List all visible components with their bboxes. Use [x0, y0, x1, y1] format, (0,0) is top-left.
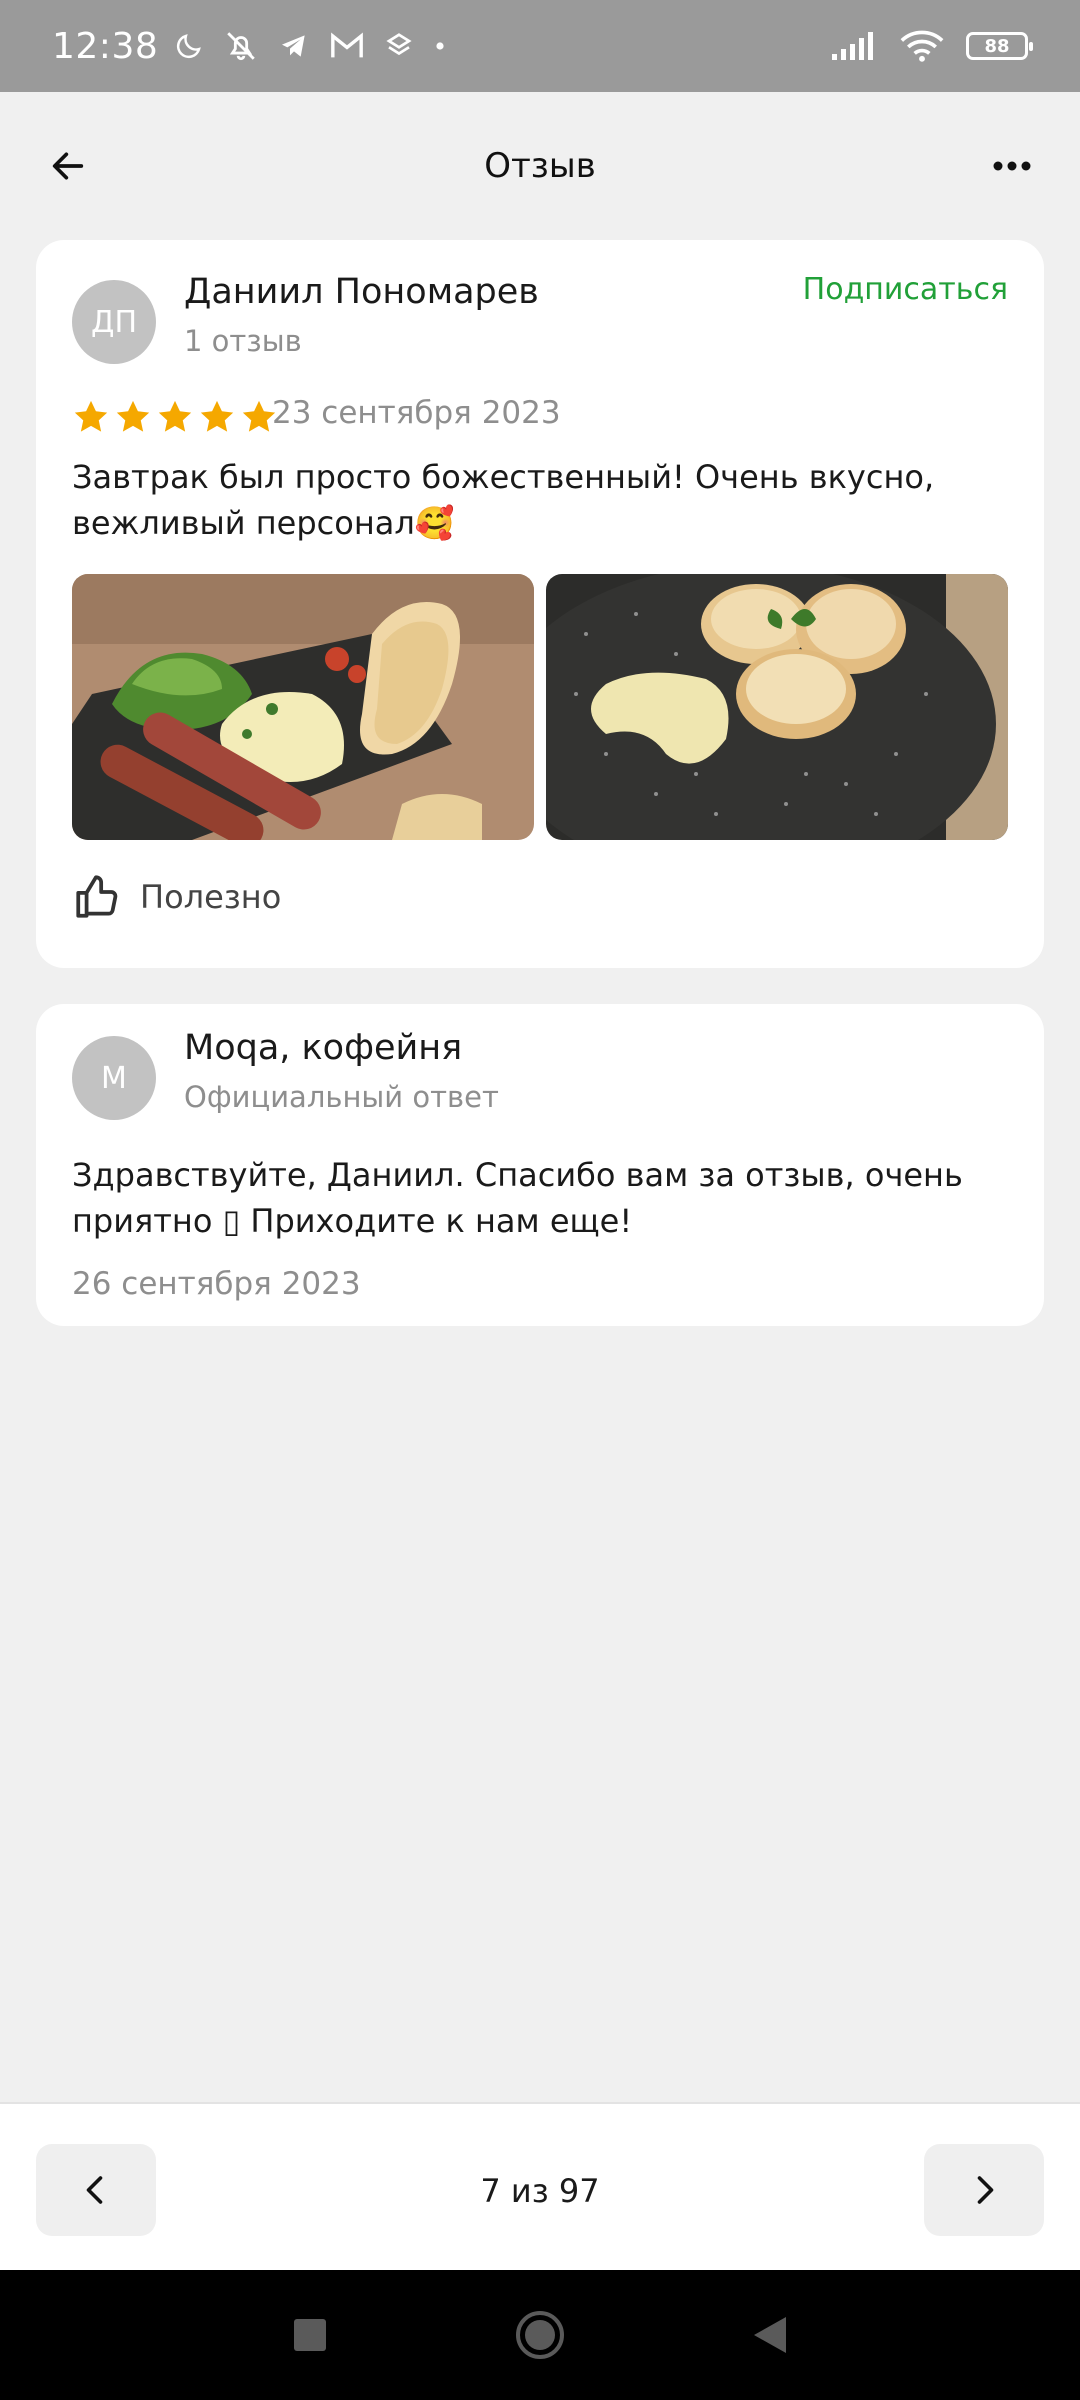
reply-text: Здравствуйте, Даниил. Спасибо вам за отз…: [72, 1156, 963, 1240]
signal-icon: [832, 32, 873, 60]
bell-off-icon: [227, 32, 256, 61]
home-button[interactable]: [510, 2305, 570, 2365]
review-card: ДП Даниил Пономарев 1 отзыв Подписаться …: [36, 240, 1044, 968]
square-icon: [294, 2319, 326, 2351]
review-counter: 7 из 97: [480, 2172, 600, 2210]
status-time: 12:38: [52, 25, 159, 67]
system-back-button[interactable]: [740, 2305, 800, 2365]
avatar-initials: М: [101, 1060, 127, 1096]
official-reply-label: Официальный ответ: [184, 1080, 499, 1114]
battery-icon: 88: [966, 32, 1033, 60]
app-bar: Отзыв: [0, 92, 1080, 240]
business-name[interactable]: Moqa, кофейня: [184, 1028, 462, 1068]
reply-date: 26 сентября 2023: [72, 1266, 361, 1302]
author-name[interactable]: Даниил Пономарев: [184, 272, 539, 312]
notification-icons: [174, 29, 446, 63]
review-text: Завтрак был просто божественный! Очень в…: [72, 458, 935, 542]
avatar-initials: ДП: [91, 304, 137, 340]
thumbs-up-icon: [76, 875, 118, 918]
telegram-icon: [282, 35, 305, 57]
system-navigation-bar: [0, 2270, 1080, 2400]
gmail-icon: [331, 32, 364, 58]
page-title: Отзыв: [484, 146, 596, 186]
triangle-back-icon: [754, 2317, 786, 2353]
more-horizontal-icon: [993, 161, 1031, 171]
next-review-button[interactable]: [924, 2144, 1044, 2236]
official-reply-card: М Moqa, кофейня Официальный ответ Здравс…: [36, 1004, 1044, 1326]
star-icon: [74, 400, 108, 432]
business-avatar[interactable]: М: [72, 1036, 156, 1120]
review-photo-syrniki[interactable]: [546, 574, 1008, 840]
star-icon: [200, 400, 234, 432]
review-date: 23 сентября 2023: [272, 395, 561, 431]
review-photo-breakfast[interactable]: [72, 574, 534, 840]
arrow-left-icon: [52, 152, 84, 180]
subscribe-button[interactable]: Подписаться: [803, 272, 1008, 307]
breakfast-plate-photo: [72, 574, 534, 840]
moon-icon: [177, 34, 202, 59]
useful-button[interactable]: Полезно: [72, 872, 281, 922]
star-icon: [158, 400, 192, 432]
wifi-icon: [900, 30, 944, 62]
useful-label: Полезно: [140, 878, 282, 916]
battery-level: 88: [984, 35, 1010, 57]
author-reviews-count: 1 отзыв: [184, 324, 302, 358]
back-button[interactable]: [40, 138, 96, 194]
dot-icon: [436, 42, 444, 50]
more-menu-button[interactable]: [984, 138, 1040, 194]
dropbox-icon: [386, 33, 412, 56]
status-bar: 12:38 88: [0, 0, 1080, 92]
syrniki-photo: [546, 574, 1008, 840]
circle-home-icon: [516, 2311, 564, 2359]
avatar[interactable]: ДП: [72, 280, 156, 364]
rating-stars: [72, 398, 278, 436]
star-icon: [116, 400, 150, 432]
review-pager: 7 из 97: [0, 2102, 1080, 2270]
chevron-right-icon: [977, 2176, 994, 2204]
recents-button[interactable]: [280, 2305, 340, 2365]
